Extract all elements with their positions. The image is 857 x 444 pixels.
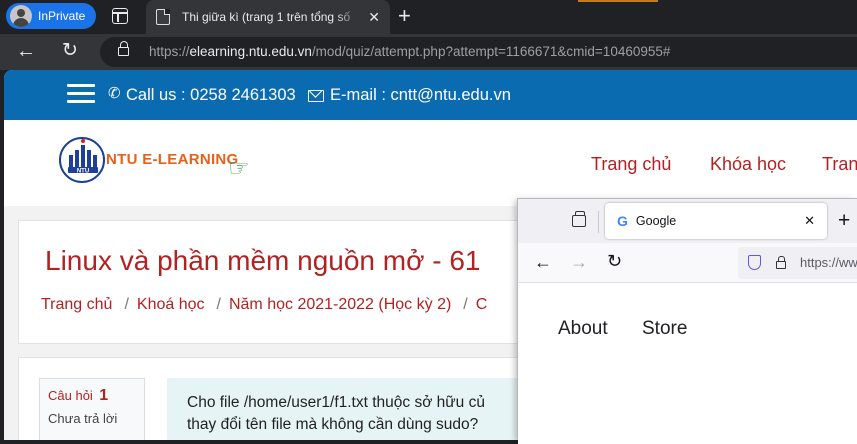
lock-icon[interactable] bbox=[118, 41, 129, 56]
tab-separator bbox=[598, 211, 599, 233]
question-info-box: Câu hỏi 1 Chưa trả lời bbox=[39, 378, 145, 440]
breadcrumb-home[interactable]: Trang chủ bbox=[41, 296, 112, 313]
google-about-link[interactable]: About bbox=[558, 318, 608, 340]
firefox-active-tab[interactable]: G Google ✕ bbox=[605, 203, 827, 239]
pointing-hand-icon: ☞ bbox=[228, 155, 250, 182]
edge-active-tab[interactable]: Thi giữa kì (trang 1 trên tổng số ✕ bbox=[146, 0, 390, 34]
phone-icon: ✆ bbox=[108, 85, 121, 102]
firefox-url-bar[interactable]: https://ww bbox=[738, 247, 857, 279]
site-header: NTU NTU E-LEARNING ☞ Trang chủ Khóa học … bbox=[4, 120, 857, 206]
google-g-icon: G bbox=[617, 213, 628, 229]
back-arrow-icon[interactable]: ← bbox=[16, 41, 36, 61]
firefox-new-tab-button[interactable]: + bbox=[838, 209, 850, 233]
firefox-back-icon[interactable]: ← bbox=[534, 252, 552, 273]
tab-actions-icon[interactable] bbox=[112, 8, 128, 24]
edge-toolbar: ← ↻ https://elearning.ntu.edu.vn/mod/qui… bbox=[0, 34, 857, 70]
ntu-logo[interactable]: NTU NTU E-LEARNING ☞ bbox=[56, 134, 266, 190]
nav-link-courses[interactable]: Khóa học bbox=[710, 154, 786, 175]
nav-link-trang[interactable]: Trang bbox=[822, 154, 857, 175]
edge-tab-strip: InPrivate Thi giữa kì (trang 1 trên tổng… bbox=[0, 0, 857, 34]
logo-text: NTU E-LEARNING bbox=[106, 151, 239, 168]
firefox-url-text[interactable]: https://ww bbox=[800, 255, 857, 270]
firefox-window: G Google ✕ + ← → ↻ https://ww About Stor… bbox=[517, 198, 857, 444]
ntu-seal-icon: NTU bbox=[59, 137, 105, 183]
question-number: 1 bbox=[99, 387, 109, 404]
nav-link-home[interactable]: Trang chủ bbox=[591, 154, 671, 175]
url-text[interactable]: https://elearning.ntu.edu.vn/mod/quiz/at… bbox=[149, 44, 670, 59]
firefox-forward-icon[interactable]: → bbox=[570, 252, 588, 273]
email-text: E-mail : cntt@ntu.edu.vn bbox=[330, 86, 511, 104]
google-store-link[interactable]: Store bbox=[642, 318, 687, 340]
mail-icon bbox=[308, 90, 324, 102]
reload-icon[interactable]: ↻ bbox=[62, 41, 78, 61]
url-host: elearning.ntu.edu.vn bbox=[189, 44, 312, 59]
firefox-tab-list-icon[interactable] bbox=[572, 211, 586, 227]
google-page-content: About Store bbox=[518, 284, 857, 444]
inprivate-profile-button[interactable]: InPrivate bbox=[6, 3, 96, 29]
firefox-reload-icon[interactable]: ↻ bbox=[607, 251, 622, 272]
firefox-tab-title: Google bbox=[635, 214, 677, 228]
tracking-protection-shield-icon[interactable] bbox=[748, 255, 761, 270]
avatar-icon bbox=[10, 5, 32, 27]
hamburger-menu-icon[interactable] bbox=[67, 84, 95, 104]
question-label: Câu hỏi bbox=[48, 388, 93, 403]
firefox-tab-bar: G Google ✕ + bbox=[518, 199, 857, 243]
breadcrumb: Trang chủ / Khoá học / Năm học 2021-2022 (Họ… bbox=[41, 296, 488, 313]
course-title: Linux và phần mềm nguồn mở - 61 bbox=[45, 245, 481, 276]
firefox-tab-close-icon[interactable]: ✕ bbox=[804, 213, 815, 229]
tab-close-icon[interactable]: ✕ bbox=[368, 9, 380, 26]
tab-indicator-strip bbox=[578, 0, 658, 2]
url-prefix: https:// bbox=[149, 44, 190, 59]
page-favicon-icon bbox=[156, 9, 170, 25]
svg-text:NTU: NTU bbox=[77, 169, 89, 175]
breadcrumb-course[interactable]: C bbox=[476, 296, 488, 313]
inprivate-label: InPrivate bbox=[38, 9, 86, 23]
site-contact-bar: ✆ Call us : 0258 2461303 E-mail : cntt@n… bbox=[4, 70, 857, 120]
breadcrumb-year[interactable]: Năm học 2021-2022 (Học kỳ 2) bbox=[229, 296, 451, 313]
firefox-nav-bar: ← → ↻ https://ww bbox=[518, 243, 857, 283]
breadcrumb-courses[interactable]: Khoá học bbox=[137, 296, 205, 313]
new-tab-button[interactable]: + bbox=[398, 4, 411, 28]
url-path: /mod/quiz/attempt.php?attempt=1166671&cm… bbox=[311, 44, 671, 59]
call-us-text: Call us : 0258 2461303 bbox=[126, 86, 296, 104]
address-bar[interactable]: https://elearning.ntu.edu.vn/mod/quiz/at… bbox=[100, 37, 857, 67]
tab-title: Thi giữa kì (trang 1 trên tổng số bbox=[182, 10, 351, 24]
firefox-lock-icon[interactable] bbox=[776, 256, 786, 269]
question-status: Chưa trả lời bbox=[48, 411, 118, 426]
